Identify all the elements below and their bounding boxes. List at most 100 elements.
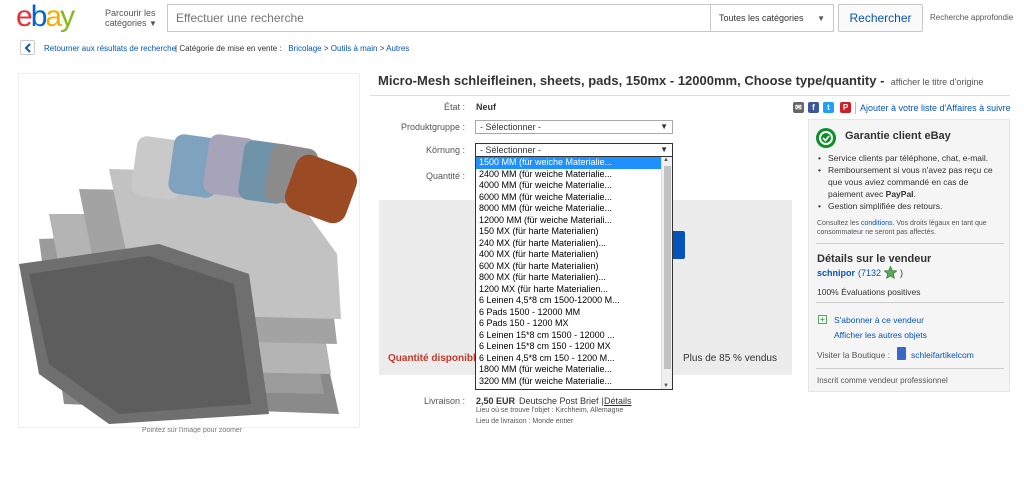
dropdown-option[interactable]: 6 Leinen 4,5*8 cm 150 - 1200 M... <box>476 353 662 365</box>
produktgruppe-label: Produktgruppe : <box>400 122 465 132</box>
dropdown-option[interactable]: 8000 MM (für weiche Materialie... <box>476 203 662 215</box>
back-button[interactable] <box>20 40 35 55</box>
logo-letter-a: a <box>45 0 62 33</box>
dropdown-option[interactable]: 600 MX (für harte Materialien) <box>476 261 662 273</box>
category-label: Catégorie de mise en vente : <box>179 44 282 53</box>
category-path: | Catégorie de mise en vente : Bricolage… <box>175 44 409 53</box>
kornung-select[interactable]: - Sélectionner - ▼ <box>475 143 673 157</box>
subscribe-seller-link[interactable]: S'abonner à ce vendeur <box>834 315 924 325</box>
pinterest-icon[interactable]: P <box>840 102 851 113</box>
add-to-watchlist-link[interactable]: Ajouter à votre liste d'Affaires à suivr… <box>860 103 1011 113</box>
original-title-link[interactable]: afficher le titre d'origine <box>891 77 984 87</box>
ebay-logo[interactable]: ebay <box>16 2 100 32</box>
store-link[interactable]: schleifartikelcom <box>911 350 974 360</box>
dropdown-option[interactable]: 1500 MM (für weiche Materialie... <box>476 157 662 169</box>
buy-now-button[interactable] <box>672 231 685 259</box>
dropdown-option[interactable]: 2400 MM (für weiche Materialie... <box>476 169 662 181</box>
plus-icon[interactable]: + <box>818 315 827 324</box>
dropdown-option[interactable]: 1800 MM (für weiche Materialie... <box>476 364 662 376</box>
twitter-icon[interactable]: t <box>823 102 834 113</box>
sold-percentage: Plus de 85 % vendus <box>683 353 777 364</box>
dropdown-option[interactable]: 150 MX (für harte Materialien) <box>476 226 662 238</box>
product-image[interactable] <box>19 74 359 427</box>
kornung-dropdown-list[interactable]: 1500 MM (für weiche Materialie... 2400 MM… <box>475 156 673 390</box>
crumb-separator: > <box>379 44 385 53</box>
crumb-bricolage[interactable]: Bricolage <box>288 44 321 53</box>
conditions-link[interactable]: conditions <box>861 220 893 227</box>
dropdown-option[interactable]: 6000 MM (für weiche Materialie... <box>476 192 662 204</box>
dropdown-option[interactable]: 6 Leinen 15*8 cm 1500 - 12000 ... <box>476 330 662 342</box>
guarantee-list: Service clients par téléphone, chat, e-m… <box>818 152 1003 212</box>
browse-categories-button[interactable]: Parcourir les catégories ▼ <box>105 8 157 29</box>
shop-label: Visiter la Boutique : <box>817 350 891 360</box>
seller-row: schnipor (7132 <box>817 268 881 278</box>
crumb-autres[interactable]: Autres <box>386 44 409 53</box>
divider <box>816 368 1004 369</box>
caret-down-icon: ▼ <box>660 122 668 131</box>
guarantee-item-end: . <box>913 189 916 199</box>
logo-letter-y: y <box>60 0 75 33</box>
dropdown-option[interactable]: 6 Pads 1500 - 12000 MM <box>476 307 662 319</box>
category-select[interactable]: Toutes les catégories ▼ <box>710 4 834 32</box>
dropdown-option[interactable]: 240 MX (für harte Materialien)... <box>476 238 662 250</box>
dropdown-option[interactable]: 6 Leinen 15*8 cm 150 - 1200 MX <box>476 341 662 353</box>
guarantee-item: Gestion simplifiée des retours. <box>818 200 1003 212</box>
store-icon[interactable] <box>897 347 906 360</box>
product-image-panel[interactable] <box>18 73 360 428</box>
guarantee-fine-print: Consultez les conditions. Vos droits lég… <box>817 219 1005 237</box>
dropdown-option[interactable]: 4000 MM (für weiche Materialie... <box>476 180 662 192</box>
advanced-search-link[interactable]: Recherche approfondie <box>930 13 1013 22</box>
dropdown-option[interactable]: 6 Pads 150 - 1200 MX <box>476 318 662 330</box>
dropdown-option[interactable]: 800 MX (für harte Materialien)... <box>476 272 662 284</box>
search-input[interactable] <box>167 4 710 32</box>
caret-down-icon: ▼ <box>660 145 668 154</box>
listing-title-row: Micro-Mesh schleifleinen, sheets, pads, … <box>378 73 1018 88</box>
facebook-icon[interactable]: f <box>808 102 819 113</box>
dropdown-option[interactable]: 12000 MM (für weiche Materiali... <box>476 215 662 227</box>
mail-icon[interactable]: ✉ <box>793 102 804 113</box>
back-to-results-link[interactable]: Retourner aux résultats de recherche <box>44 44 176 53</box>
positive-feedback: 100% Évaluations positives <box>817 287 921 297</box>
scroll-down-icon[interactable]: ▼ <box>663 383 669 389</box>
delivery-area: Lieu de livraison : Monde entier <box>476 418 574 425</box>
divider <box>855 102 856 114</box>
scroll-up-icon[interactable]: ▲ <box>663 157 669 163</box>
kornung-label: Körnung : <box>425 145 465 155</box>
listing-title: Micro-Mesh schleifleinen, sheets, pads, … <box>378 73 885 88</box>
seller-name-link[interactable]: schnipor <box>817 268 855 278</box>
site-header: ebay Parcourir les catégories ▼ Toutes l… <box>0 0 1024 38</box>
dropdown-scrollbar[interactable]: ▲ ▼ <box>661 157 672 389</box>
guarantee-item: Service clients par téléphone, chat, e-m… <box>818 152 1003 164</box>
dropdown-option[interactable]: 3200 MM (für weiche Materialie... <box>476 376 662 388</box>
quantity-label: Quantité : <box>425 171 465 181</box>
produktgruppe-select-value: - Sélectionner - <box>480 122 542 132</box>
search-button[interactable]: Rechercher <box>838 4 923 32</box>
star-icon <box>884 266 897 279</box>
seller-title: Détails sur le vendeur <box>817 253 932 265</box>
paypal-label: PayPal <box>885 189 914 199</box>
shipping-details-link[interactable]: Détails <box>604 396 632 406</box>
zoom-hint: Pointez sur l'image pour zoomer <box>142 427 243 433</box>
guarantee-title: Garantie client eBay <box>845 130 951 142</box>
quantity-available: Quantité disponible <box>388 353 482 364</box>
state-value: Neuf <box>476 102 496 112</box>
browse-line-2: catégories <box>105 18 147 28</box>
fine-print-text: Consultez les <box>817 220 861 227</box>
feedback-close-paren: ) <box>900 268 903 278</box>
other-items-link[interactable]: Afficher les autres objets <box>834 330 927 340</box>
kornung-select-value: - Sélectionner - <box>480 145 542 155</box>
dropdown-option[interactable]: 400 MX (für harte Materialien) <box>476 249 662 261</box>
crumb-outils-a-main[interactable]: Outils à main <box>331 44 378 53</box>
scrollbar-thumb[interactable] <box>664 166 671 369</box>
guarantee-item: Remboursement si vous n'avez pas reçu ce… <box>818 164 1003 200</box>
crumb-separator: > <box>323 44 329 53</box>
shipping-method: Deutsche Post Brief | <box>519 396 603 406</box>
produktgruppe-select[interactable]: - Sélectionner - ▼ <box>475 120 673 134</box>
dropdown-option[interactable]: 6 Leinen 4,5*8 cm 1500-12000 M... <box>476 295 662 307</box>
chevron-left-icon <box>24 43 31 53</box>
item-location: Lieu où se trouve l'objet : Kirchheim, A… <box>476 407 624 414</box>
logo-letter-b: b <box>30 0 48 33</box>
seller-feedback-link[interactable]: (7132 <box>858 268 881 278</box>
dropdown-option[interactable]: 1200 MX (für harte Materialien... <box>476 284 662 296</box>
professional-seller-note: Inscrit comme vendeur professionnel <box>817 376 948 385</box>
